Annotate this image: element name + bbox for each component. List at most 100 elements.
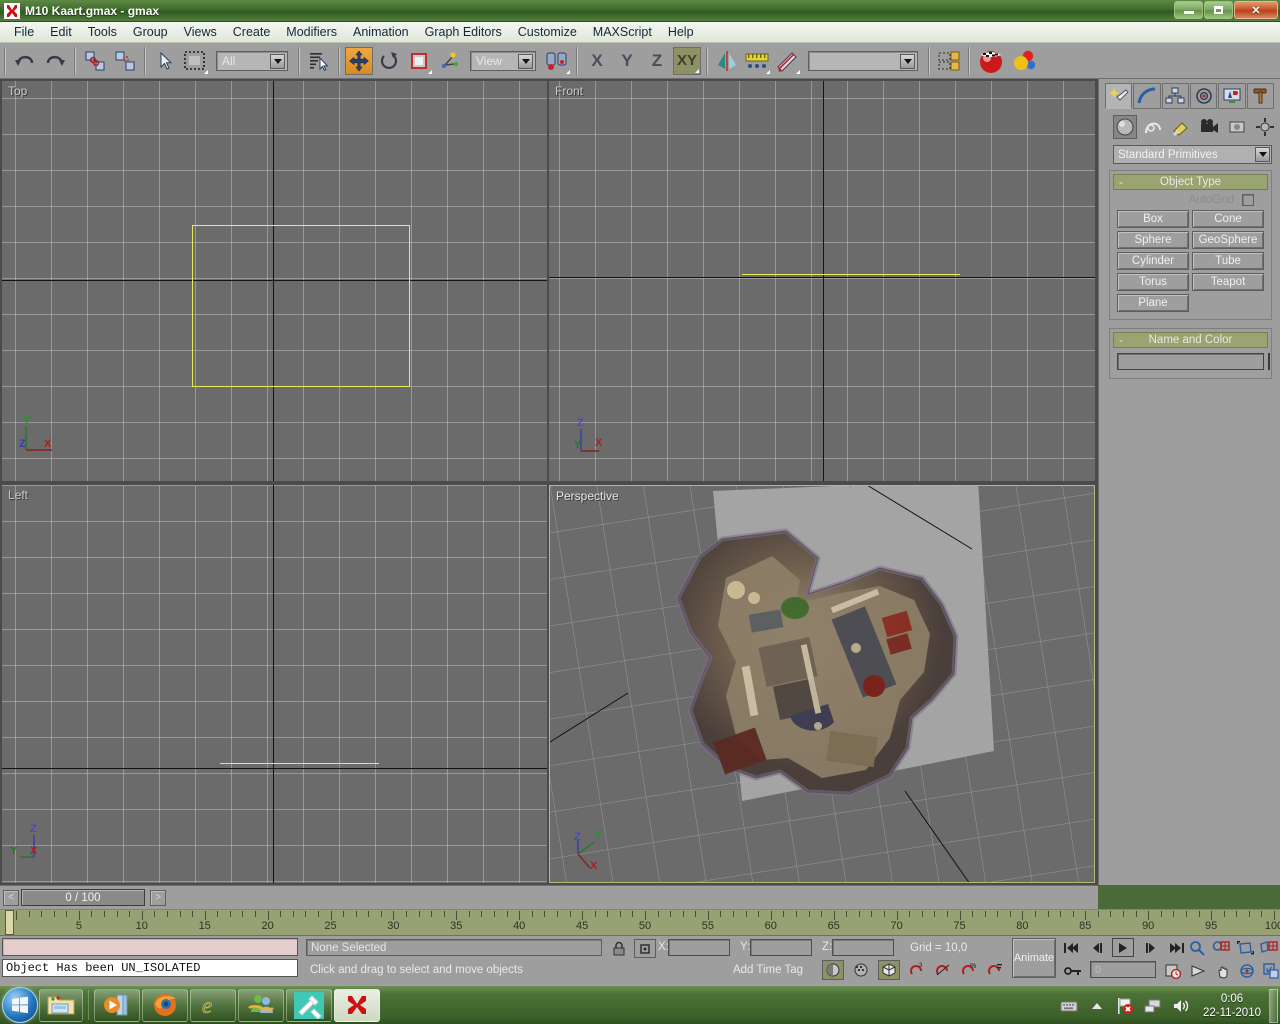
shapes-icon[interactable]: [1141, 115, 1165, 139]
chevron-down-icon[interactable]: [518, 54, 533, 69]
name-and-color-header[interactable]: - Name and Color: [1113, 332, 1268, 348]
current-frame-field[interactable]: 0: [1090, 961, 1156, 978]
pan-icon[interactable]: [1212, 961, 1234, 980]
percent-snap-icon[interactable]: %: [958, 960, 980, 979]
maxscript-mini-listener-output[interactable]: Object Has been UN_ISOLATED: [2, 959, 298, 977]
object-name-input[interactable]: [1117, 353, 1264, 370]
zoom-extents-all-icon[interactable]: [1258, 938, 1280, 957]
windows-explorer-icon[interactable]: [39, 989, 83, 1022]
create-plane-button[interactable]: Plane: [1117, 294, 1189, 312]
viewport-label-front[interactable]: Front: [555, 84, 583, 98]
security-alert-flag-icon[interactable]: [1114, 995, 1136, 1017]
expert-mode-icon[interactable]: [878, 960, 900, 980]
create-tube-button[interactable]: Tube: [1192, 252, 1264, 270]
tools-app-icon[interactable]: [286, 989, 332, 1022]
add-time-tag-button[interactable]: Add Time Tag: [716, 960, 820, 979]
create-torus-button[interactable]: Torus: [1117, 273, 1189, 291]
align-icon[interactable]: [773, 47, 801, 75]
create-cone-button[interactable]: Cone: [1192, 210, 1264, 228]
time-cursor[interactable]: [5, 910, 14, 935]
sphere-icon[interactable]: [1113, 115, 1137, 139]
next-frame-button[interactable]: >: [150, 890, 166, 906]
menu-item-views[interactable]: Views: [176, 23, 225, 41]
create-teapot-button[interactable]: Teapot: [1192, 273, 1264, 291]
previous-frame-icon[interactable]: [1086, 938, 1108, 957]
redo-icon[interactable]: [41, 47, 69, 75]
z-coord-field[interactable]: [832, 939, 894, 956]
menu-item-modifiers[interactable]: Modifiers: [278, 23, 345, 41]
layer-manager-icon[interactable]: [743, 47, 771, 75]
use-pivot-point-center-icon[interactable]: [543, 47, 571, 75]
close-button[interactable]: ✕: [1234, 1, 1278, 19]
spinner-snap-icon[interactable]: [984, 960, 1006, 979]
key-mode-icon[interactable]: [1062, 961, 1084, 980]
create-cylinder-button[interactable]: Cylinder: [1117, 252, 1189, 270]
camera-icon[interactable]: [1197, 115, 1221, 139]
windows-media-player-icon[interactable]: [94, 989, 140, 1022]
display-monitor-icon[interactable]: [1218, 83, 1245, 109]
y-coord-field[interactable]: [750, 939, 812, 956]
maxscript-mini-listener-input[interactable]: [2, 938, 298, 956]
selected-object-outline[interactable]: [192, 225, 410, 387]
keyboard-layout-icon[interactable]: [1058, 995, 1080, 1017]
show-hidden-icons-icon[interactable]: [1086, 995, 1108, 1017]
play-animation-icon[interactable]: [1112, 938, 1134, 957]
chevron-down-icon[interactable]: [270, 54, 285, 69]
zoom-extents-icon[interactable]: [1234, 938, 1256, 957]
track-bar-ruler[interactable]: 5101520253035404550556065707580859095100: [0, 909, 1280, 935]
menu-item-file[interactable]: File: [6, 23, 42, 41]
zoom-all-icon[interactable]: [1210, 938, 1232, 957]
create-star-icon[interactable]: [1105, 83, 1132, 109]
viewport-left[interactable]: Left Z Y X: [2, 485, 547, 883]
previous-frame-button[interactable]: <: [3, 890, 19, 906]
taskbar-clock[interactable]: 0:06 22-11-2010: [1195, 992, 1269, 1020]
select-and-rotate-icon[interactable]: [375, 47, 403, 75]
volume-icon[interactable]: [1170, 995, 1192, 1017]
restrict-to-z-icon[interactable]: Z: [643, 47, 671, 75]
x-coord-field[interactable]: [668, 939, 730, 956]
show-desktop-icon[interactable]: [1269, 989, 1278, 1023]
selected-object-outline[interactable]: [220, 763, 379, 764]
menu-item-customize[interactable]: Customize: [510, 23, 585, 41]
animate-button[interactable]: Animate: [1012, 938, 1056, 978]
viewport-front[interactable]: Front Z Y X: [549, 81, 1095, 481]
chevron-down-icon[interactable]: [900, 54, 915, 69]
shade-selected-icon[interactable]: [822, 960, 844, 980]
array-icon[interactable]: [935, 47, 963, 75]
manipulate-icon[interactable]: [435, 47, 463, 75]
firefox-icon[interactable]: [142, 989, 188, 1022]
snap-toggle-3-icon[interactable]: 3: [906, 960, 928, 979]
select-and-link-icon[interactable]: [81, 47, 109, 75]
undo-icon[interactable]: [11, 47, 39, 75]
menu-item-group[interactable]: Group: [125, 23, 176, 41]
viewport-label-left[interactable]: Left: [8, 488, 28, 502]
gmax-taskbar-icon[interactable]: [334, 989, 380, 1022]
selected-object-outline[interactable]: [742, 274, 960, 275]
windows-start-orb-icon[interactable]: [2, 987, 38, 1023]
menu-item-create[interactable]: Create: [225, 23, 279, 41]
mirror-icon[interactable]: [713, 47, 741, 75]
light-icon[interactable]: [1169, 115, 1193, 139]
select-and-uniform-scale-icon[interactable]: [405, 47, 433, 75]
restore-button[interactable]: [1204, 1, 1233, 19]
restrict-to-plane-icon[interactable]: XY: [673, 47, 701, 75]
rectangular-selection-region-icon[interactable]: [181, 47, 209, 75]
named-selection-sets-combo[interactable]: [808, 51, 918, 71]
unlink-selection-icon[interactable]: [111, 47, 139, 75]
menu-item-maxscript[interactable]: MAXScript: [585, 23, 660, 41]
angle-snap-icon[interactable]: [932, 960, 954, 979]
go-to-start-icon[interactable]: [1060, 938, 1082, 957]
chevron-down-icon[interactable]: [1255, 147, 1270, 162]
internet-explorer-icon[interactable]: e: [190, 989, 236, 1022]
lock-selection-icon[interactable]: [608, 939, 630, 958]
hierarchy-icon[interactable]: [1162, 83, 1189, 109]
object-category-dropdown[interactable]: Standard Primitives: [1113, 145, 1272, 164]
viewport-label-top[interactable]: Top: [8, 84, 27, 98]
viewport-perspective[interactable]: Perspective Z Y X: [549, 485, 1095, 883]
time-slider[interactable]: 0 / 100: [21, 889, 145, 906]
object-type-header[interactable]: - Object Type: [1113, 174, 1268, 190]
menu-item-animation[interactable]: Animation: [345, 23, 417, 41]
viewport-top[interactable]: Top Y Z X: [2, 81, 547, 481]
object-color-swatch[interactable]: [1268, 353, 1270, 370]
min-max-toggle-icon[interactable]: [1260, 961, 1280, 980]
